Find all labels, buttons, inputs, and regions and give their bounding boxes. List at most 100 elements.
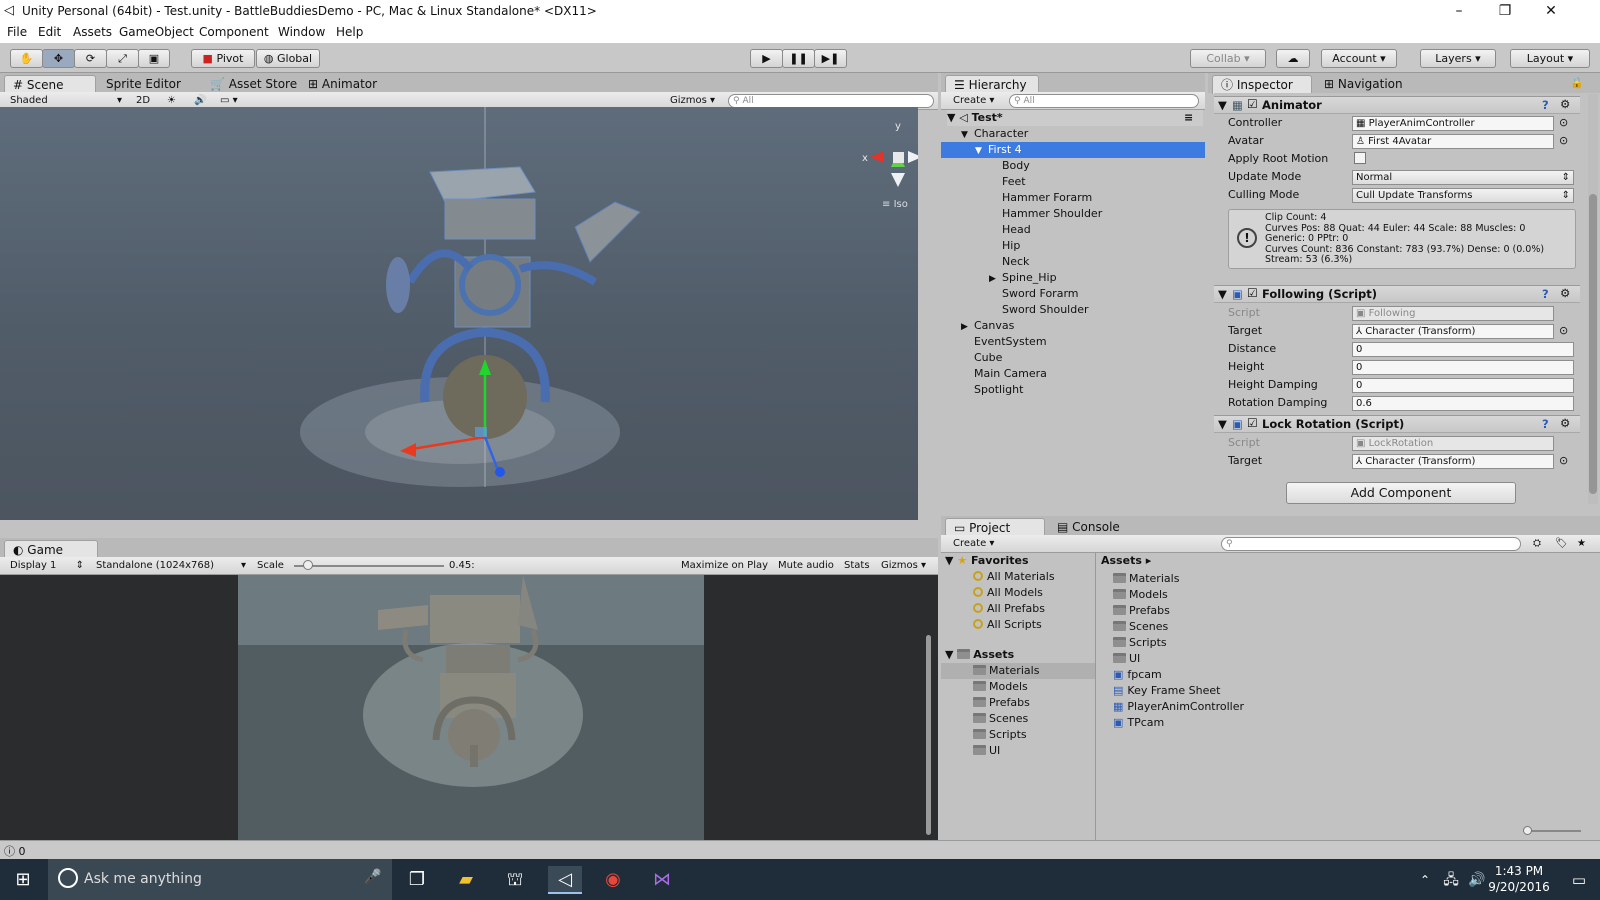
- lock-icon[interactable]: 🔒: [1570, 76, 1584, 89]
- tree-folder-ui[interactable]: UI: [973, 743, 1000, 759]
- hierarchy-item[interactable]: Hammer Shoulder: [989, 206, 1102, 222]
- hierarchy-item[interactable]: Feet: [989, 174, 1026, 190]
- asset-item[interactable]: Scenes: [1113, 619, 1168, 635]
- favorite-item[interactable]: All Models: [973, 585, 1043, 601]
- foldout-icon[interactable]: ▼: [1218, 98, 1227, 112]
- rotation-damping-input[interactable]: 0.6: [1352, 396, 1574, 411]
- favorite-item[interactable]: All Scripts: [973, 617, 1042, 633]
- lock-rotation-header[interactable]: ▼ ▣ ☑ Lock Rotation (Script) ? ⚙: [1214, 415, 1580, 433]
- settings-gear-icon[interactable]: ⚙: [1560, 286, 1570, 300]
- icon-size-slider-thumb[interactable]: [1523, 826, 1532, 835]
- following-header[interactable]: ▼ ▣ ☑ Following (Script) ? ⚙: [1214, 285, 1580, 303]
- display-dropdown[interactable]: Display 1 ⇕: [10, 558, 86, 574]
- favorite-item[interactable]: All Prefabs: [973, 601, 1045, 617]
- hierarchy-item[interactable]: ▶ Spine_Hip: [989, 270, 1057, 286]
- pivot-button[interactable]: ■ Pivot: [191, 49, 255, 68]
- console-status[interactable]: ⓘ 0: [4, 843, 26, 859]
- hierarchy-item[interactable]: EventSystem: [961, 334, 1047, 350]
- height-damping-input[interactable]: 0: [1352, 378, 1574, 393]
- account-dropdown[interactable]: Account ▾: [1321, 49, 1397, 68]
- maximize-on-play-toggle[interactable]: Maximize on Play: [681, 558, 768, 574]
- game-scrollbar[interactable]: [926, 635, 931, 835]
- help-icon[interactable]: ?: [1542, 98, 1549, 112]
- controller-field[interactable]: ▦ PlayerAnimController: [1352, 116, 1554, 131]
- collab-button[interactable]: Collab ▾: [1190, 49, 1266, 68]
- tab-navigation[interactable]: ⊞ Navigation: [1316, 75, 1411, 94]
- hierarchy-item[interactable]: ▼ First 4: [941, 142, 1205, 158]
- menu-assets[interactable]: Assets: [73, 25, 112, 39]
- hierarchy-item[interactable]: Cube: [961, 350, 1002, 366]
- root-motion-checkbox[interactable]: [1354, 152, 1366, 164]
- cortana-search[interactable]: Ask me anything 🎤: [48, 859, 392, 900]
- asset-item[interactable]: Models: [1113, 587, 1168, 603]
- favorite-star-icon[interactable]: ★: [1577, 536, 1586, 552]
- stats-toggle[interactable]: Stats: [844, 558, 870, 574]
- culling-mode-dropdown[interactable]: Cull Update Transforms ⇕: [1352, 188, 1574, 203]
- chrome-icon[interactable]: ◉: [596, 866, 630, 894]
- asset-item[interactable]: Materials: [1113, 571, 1179, 587]
- lock-rotation-enabled-checkbox[interactable]: ☑: [1247, 416, 1258, 430]
- hierarchy-create-dropdown[interactable]: Create ▾: [953, 93, 994, 109]
- help-icon[interactable]: ?: [1542, 417, 1549, 431]
- distance-input[interactable]: 0: [1352, 342, 1574, 357]
- scene-viewport[interactable]: y x ≡ Iso: [0, 107, 918, 520]
- tree-folder-models[interactable]: Models: [973, 679, 1028, 695]
- foldout-arrow-icon[interactable]: ▼: [975, 143, 988, 159]
- unity-taskbar-icon[interactable]: ◁: [548, 866, 582, 894]
- settings-gear-icon[interactable]: ⚙: [1560, 416, 1570, 430]
- tree-folder-prefabs[interactable]: Prefabs: [973, 695, 1030, 711]
- layout-dropdown[interactable]: Layout ▾: [1510, 49, 1590, 68]
- help-icon[interactable]: ?: [1542, 287, 1549, 301]
- lock-target-field[interactable]: ⅄ Character (Transform): [1352, 454, 1554, 469]
- hierarchy-item[interactable]: Main Camera: [961, 366, 1047, 382]
- avatar-field[interactable]: ♙ First 4Avatar: [1352, 134, 1554, 149]
- clock[interactable]: 1:43 PM 9/20/2016: [1484, 863, 1554, 895]
- resolution-dropdown[interactable]: Standalone (1024x768) ▾: [96, 558, 248, 574]
- move-tool-icon[interactable]: ✥: [42, 49, 75, 68]
- scene-search-input[interactable]: ⚲ All: [728, 94, 934, 108]
- menu-help[interactable]: Help: [336, 25, 363, 39]
- store-icon[interactable]: ⛫: [498, 866, 532, 894]
- layers-dropdown[interactable]: Layers ▾: [1420, 49, 1496, 68]
- menu-component[interactable]: Component: [199, 25, 269, 39]
- object-picker-icon[interactable]: ⊙: [1559, 454, 1568, 467]
- microphone-icon[interactable]: 🎤: [364, 869, 381, 885]
- hierarchy-item[interactable]: Neck: [989, 254, 1029, 270]
- hierarchy-item[interactable]: ▶ Canvas: [961, 318, 1014, 334]
- visual-studio-icon[interactable]: ⋈: [645, 866, 679, 894]
- object-picker-icon[interactable]: ⊙: [1559, 116, 1568, 129]
- inspector-scroll-thumb[interactable]: [1589, 194, 1597, 494]
- hierarchy-item[interactable]: Sword Shoulder: [989, 302, 1089, 318]
- foldout-arrow-icon[interactable]: ▼: [961, 127, 974, 143]
- height-input[interactable]: 0: [1352, 360, 1574, 375]
- object-picker-icon[interactable]: ⊙: [1559, 324, 1568, 337]
- settings-gear-icon[interactable]: ⚙: [1560, 97, 1570, 111]
- task-view-icon[interactable]: ❐: [400, 866, 434, 894]
- hierarchy-item[interactable]: Sword Forarm: [989, 286, 1079, 302]
- add-component-button[interactable]: Add Component: [1286, 482, 1516, 504]
- asset-item[interactable]: Prefabs: [1113, 603, 1170, 619]
- animator-enabled-checkbox[interactable]: ☑: [1247, 97, 1258, 111]
- asset-item[interactable]: ▤ Key Frame Sheet: [1113, 683, 1220, 699]
- foldout-arrow-icon[interactable]: ▶: [989, 271, 1002, 287]
- favorite-item[interactable]: All Materials: [973, 569, 1055, 585]
- iso-label[interactable]: ≡ Iso: [882, 199, 908, 210]
- scene-root[interactable]: ▼ ◁ Test* ≡: [947, 110, 1203, 126]
- hierarchy-item[interactable]: Body: [989, 158, 1030, 174]
- animator-header[interactable]: ▼ ▦ ☑ Animator ? ⚙: [1214, 96, 1580, 114]
- game-viewport[interactable]: [0, 575, 938, 840]
- menu-file[interactable]: File: [7, 25, 27, 39]
- menu-edit[interactable]: Edit: [38, 25, 61, 39]
- tab-inspector[interactable]: ⓘ Inspector: [1212, 75, 1312, 94]
- foldout-arrow-icon[interactable]: ▶: [961, 319, 974, 335]
- hierarchy-item[interactable]: Head: [989, 222, 1031, 238]
- scale-tool-icon[interactable]: ⤢: [106, 49, 139, 68]
- mute-audio-toggle[interactable]: Mute audio: [778, 558, 834, 574]
- following-enabled-checkbox[interactable]: ☑: [1247, 286, 1258, 300]
- following-target-field[interactable]: ⅄ Character (Transform): [1352, 324, 1554, 339]
- game-gizmos-dropdown[interactable]: Gizmos ▾: [881, 558, 926, 574]
- scale-slider-thumb[interactable]: [303, 560, 313, 570]
- foldout-icon[interactable]: ▼: [1218, 417, 1227, 431]
- assets-header[interactable]: ▼ Assets: [945, 647, 1014, 663]
- menu-gameobject[interactable]: GameObject: [119, 25, 194, 39]
